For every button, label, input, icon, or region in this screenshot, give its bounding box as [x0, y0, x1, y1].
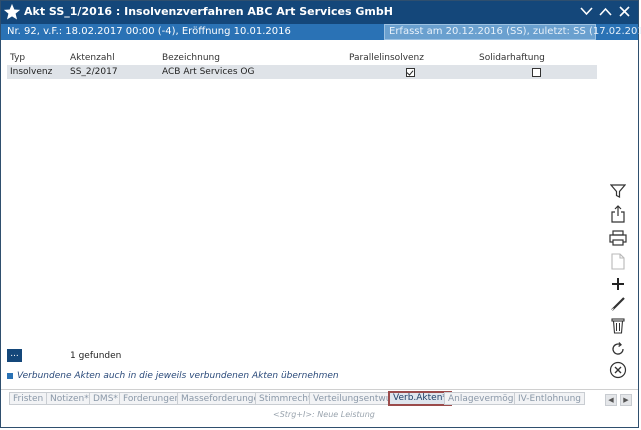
header-solidarhaftung[interactable]: Solidarhaftung	[479, 53, 545, 63]
audit-info: Erfasst am 20.12.2016 (SS), zuletzt: SS …	[384, 24, 641, 40]
delete-icon[interactable]	[608, 315, 628, 335]
shortcut-hint: <Strg+I>: Neue Leistung	[273, 410, 375, 419]
filter-icon[interactable]	[608, 181, 628, 201]
header-aktenzahl[interactable]: Aktenzahl	[70, 53, 115, 63]
close-window-icon[interactable]	[617, 4, 632, 19]
close-icon[interactable]	[608, 360, 628, 380]
tab-forderungen[interactable]: Forderungen	[119, 392, 185, 405]
more-button[interactable]: ...	[7, 349, 22, 362]
case-info: Nr. 92, v.F.: 18.02.2017 00:00 (-4), Erö…	[7, 26, 291, 37]
linked-files-option[interactable]: Verbundene Akten auch in die jeweils ver…	[7, 371, 339, 381]
window: Akt SS_1/2016 : Insolvenzverfahren ABC A…	[0, 0, 641, 428]
window-title: Akt SS_1/2016 : Insolvenzverfahren ABC A…	[24, 5, 393, 18]
edit-icon[interactable]	[608, 294, 628, 314]
result-count: 1 gefunden	[70, 351, 122, 361]
header-typ[interactable]: Typ	[10, 53, 25, 63]
linked-files-table: Typ Aktenzahl Bezeichnung Parallelinsolv…	[7, 51, 597, 79]
parallelinsolvenz-checkbox[interactable]	[406, 68, 415, 77]
option-label: Verbundene Akten auch in die jeweils ver…	[17, 371, 339, 381]
print-icon[interactable]	[608, 228, 628, 248]
add-icon[interactable]	[608, 274, 628, 294]
refresh-icon[interactable]	[608, 339, 628, 359]
tab-stimmrecht[interactable]: Stimmrecht	[255, 392, 316, 405]
export-icon[interactable]	[608, 204, 628, 224]
cell-typ: Insolvenz	[10, 67, 53, 77]
collapse-icon[interactable]	[579, 4, 594, 19]
cell-aktenzahl: SS_2/2017	[70, 67, 118, 77]
document-icon	[608, 251, 628, 271]
table-row[interactable]: Insolvenz SS_2/2017 ACB Art Services OG	[7, 65, 597, 79]
star-icon[interactable]	[3, 3, 21, 21]
tab-fristen[interactable]: Fristen	[9, 392, 48, 405]
tab-dms[interactable]: DMS*	[89, 392, 122, 405]
tab-notizen[interactable]: Notizen*	[46, 392, 93, 405]
header-parallelinsolvenz[interactable]: Parallelinsolvenz	[349, 53, 424, 63]
tab-verb-akten[interactable]: Verb.Akten*	[388, 391, 452, 406]
cell-bezeichnung: ACB Art Services OG	[162, 67, 255, 77]
scroll-left-icon[interactable]: ◀	[605, 394, 617, 406]
tab-iv-entlohnung[interactable]: IV-Entlohnung	[514, 392, 585, 405]
title-bar: Akt SS_1/2016 : Insolvenzverfahren ABC A…	[1, 1, 638, 24]
header-bezeichnung[interactable]: Bezeichnung	[162, 53, 220, 63]
table-header: Typ Aktenzahl Bezeichnung Parallelinsolv…	[7, 51, 597, 65]
option-checkbox[interactable]	[7, 372, 13, 379]
solidarhaftung-checkbox[interactable]	[532, 68, 541, 77]
tab-bar: Fristen Notizen* DMS* Forderungen Massef…	[1, 389, 638, 408]
scroll-right-icon[interactable]: ▶	[620, 394, 632, 406]
expand-icon[interactable]	[598, 4, 613, 19]
info-bar: Nr. 92, v.F.: 18.02.2017 00:00 (-4), Erö…	[1, 24, 641, 40]
